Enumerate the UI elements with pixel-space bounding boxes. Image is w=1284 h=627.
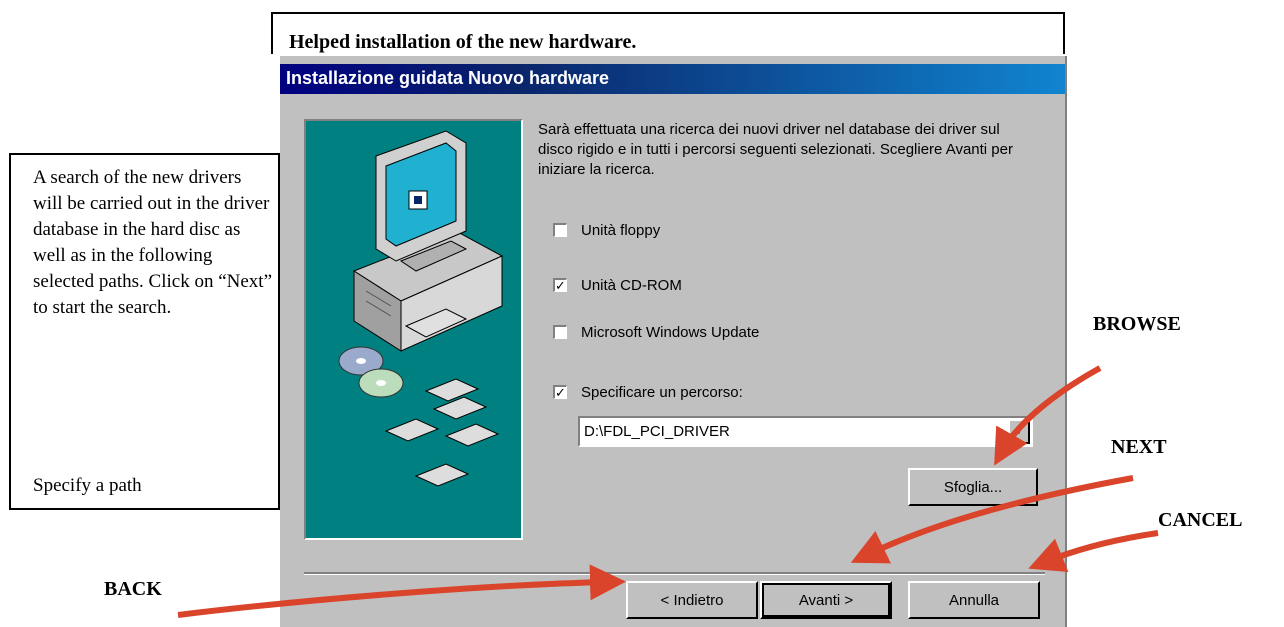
path-input[interactable]: D:\FDL_PCI_DRIVER ▼ — [578, 416, 1033, 447]
dropdown-button[interactable]: ▼ — [1008, 419, 1030, 444]
computer-illustration-icon — [338, 130, 504, 487]
specify-path-checkbox[interactable]: ✓ — [553, 385, 567, 399]
wizard-illustration — [304, 119, 523, 540]
label-next: NEXT — [1111, 436, 1167, 458]
title-bar: Installazione guidata Nuovo hardware — [280, 64, 1065, 94]
chevron-down-icon: ▼ — [1014, 426, 1024, 437]
dialog-description: Sarà effettuata una ricerca dei nuovi dr… — [538, 121, 1013, 178]
note-text: A search of the new drivers will be carr… — [33, 167, 273, 318]
separator — [304, 572, 1045, 575]
label-browse: BROWSE — [1093, 313, 1181, 335]
specify-path-label: Specificare un percorso: — [581, 383, 743, 401]
option-windows-update[interactable]: Microsoft Windows Update — [553, 321, 759, 343]
next-button[interactable]: Avanti > — [760, 581, 892, 619]
note-box: A search of the new drivers will be carr… — [9, 153, 280, 510]
floppy-label: Unità floppy — [581, 221, 661, 239]
option-floppy[interactable]: Unità floppy — [553, 219, 660, 241]
option-cdrom[interactable]: ✓ Unità CD-ROM — [553, 274, 682, 296]
label-back: BACK — [104, 578, 162, 600]
dialog-title: Installazione guidata Nuovo hardware — [286, 68, 610, 88]
caption-text: Helped installation of the new hardware. — [289, 31, 637, 53]
floppy-checkbox[interactable] — [553, 223, 567, 237]
windows-update-label: Microsoft Windows Update — [581, 323, 760, 341]
path-value: D:\FDL_PCI_DRIVER — [584, 423, 730, 440]
back-button[interactable]: < Indietro — [626, 581, 758, 619]
option-specify-path[interactable]: ✓ Specificare un percorso: — [553, 381, 743, 403]
wizard-dialog: Installazione guidata Nuovo hardware Sar… — [280, 56, 1067, 627]
browse-button[interactable]: Sfoglia... — [908, 468, 1038, 506]
caption-box: Helped installation of the new hardware. — [271, 12, 1065, 54]
cdrom-label: Unità CD-ROM — [581, 276, 682, 294]
cancel-button[interactable]: Annulla — [908, 581, 1040, 619]
label-cancel: CANCEL — [1158, 509, 1243, 531]
note-specify: Specify a path — [33, 475, 142, 496]
windows-update-checkbox[interactable] — [553, 325, 567, 339]
cdrom-checkbox[interactable]: ✓ — [553, 278, 567, 292]
